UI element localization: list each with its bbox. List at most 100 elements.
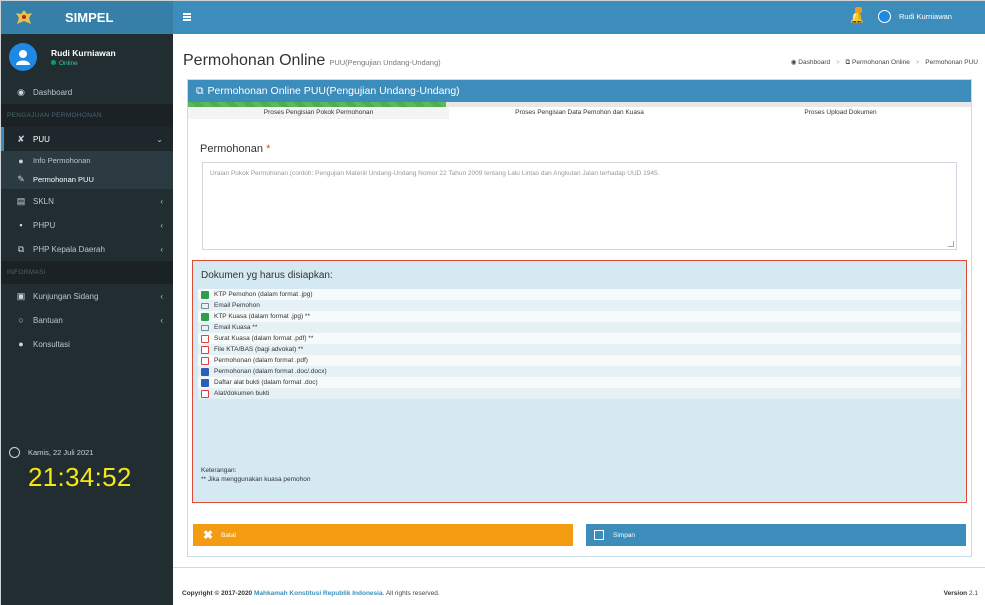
chevron-left-icon: ‹ [160,196,163,206]
page-title-text: Permohonan Online [183,52,326,69]
document-item: Daftar alat bukti (dalam format .doc) [198,377,961,388]
sidebar-item-label: PUU [33,134,50,144]
page-footer: Copyright © 2017-2020 Mahkamah Konstitus… [173,567,985,605]
document-item: Permohonan (dalam format .pdf) [198,355,961,366]
document-item: Email Pemohon [198,300,961,311]
save-icon [594,530,604,540]
gavel-icon: ✘ [17,133,25,144]
user-panel: Rudi Kurniawan Online [1,34,173,80]
sidebar-item-label: Bantuan [33,315,63,325]
version-label: Version [943,590,968,597]
sidebar-item-label: Konsultasi [33,339,70,349]
clock-date: Kamis, 22 Juli 2021 [28,447,94,457]
resize-handle-icon[interactable] [948,241,954,247]
word-file-icon [201,367,209,376]
progress-fill [188,102,447,107]
user-menu[interactable]: Rudi Kurniawan [878,10,952,23]
breadcrumb-item-online[interactable]: Permohonan Online [852,59,910,66]
sidebar-item-label: Dashboard [33,87,73,97]
step-1: Proses Pengisian Pokok Permohonan [188,107,449,119]
breadcrumb-item-dashboard[interactable]: Dashboard [798,59,830,66]
permohonan-label: Permohonan * [200,143,270,155]
image-file-icon [201,290,209,299]
permohonan-label-text: Permohonan [200,143,263,155]
documents-list: KTP Pemohon (dalam format .jpg) Email Pem… [198,289,961,399]
box-header: ⧉ Permohonan Online PUU(Pengujian Undang… [188,80,971,102]
note-text: ** Jika menggunakan kuasa pemohon [201,476,311,483]
clock-icon [9,446,20,458]
email-icon [201,302,209,309]
sidebar-item-permohonan-puu[interactable]: ✎ Permohonan PUU [1,170,173,189]
sidebar-item-konsultasi[interactable]: ● Konsultasi [1,332,173,356]
sidebar-item-bantuan[interactable]: ○ Bantuan ‹ [1,308,173,332]
sidebar-header-pengajuan: PENGAJUAN PERMOHONAN [1,104,173,127]
document-item: Permohonan (dalam format .doc/.docx) [198,366,961,377]
clone-icon: ⧉ [845,59,851,66]
step-progress-bar [188,102,971,107]
edit-icon: ✎ [17,174,25,184]
save-button-label: Simpan [613,531,636,539]
chevron-left-icon: ‹ [160,220,163,230]
clock-time: 21:34:52 [28,462,132,492]
chat-icon: ○ [18,315,24,325]
document-item-label: Alat/dokumen bukti [214,390,270,397]
brand-bar[interactable]: SIMPEL [1,1,173,34]
brand-name: SIMPEL [65,10,114,25]
sidebar-item-dashboard[interactable]: ◉ Dashboard [1,80,173,104]
pdf-file-icon [201,389,209,398]
document-item-label: KTP Kuasa (dalam format .jpg) ** [214,313,310,320]
document-item-label: Email Pemohon [214,302,260,309]
sidebar-item-skln[interactable]: ▤ SKLN ‹ [1,189,173,213]
breadcrumb-item-current: Permohonan PUU [925,59,978,66]
page-title: Permohonan Online PUU(Pengujian Undang-Un… [183,52,441,70]
document-item-label: Permohonan (dalam format .pdf) [214,357,308,364]
bank-icon: ▤ [16,195,26,206]
document-item-label: File KTA/BAS (bagi advokat) ** [214,346,304,353]
sidebar-item-label: Permohonan PUU [33,175,94,184]
garuda-logo-icon [15,9,33,27]
document-item: Email Kuasa ** [198,322,961,333]
documents-panel: Dokumen yg harus disiapkan: KTP Pemohon … [192,260,967,503]
breadcrumb: ◉ Dashboard > ⧉ Permohonan Online > Perm… [790,59,978,66]
sidebar-item-label: PHPU [33,220,56,230]
document-item: KTP Pemohon (dalam format .jpg) [198,289,961,300]
sidebar: SIMPEL Rudi Kurniawan Online ◉ Dashboard… [1,1,173,605]
required-mark: * [266,143,271,155]
sidebar-submenu-puu: ● Info Permohonan ✎ Permohonan PUU [1,151,173,189]
chevron-down-icon: ⌄ [156,134,163,144]
box-title: Permohonan Online PUU(Pengujian Undang-U… [207,85,460,97]
sidebar-item-php-kepala-daerah[interactable]: ⧉ PHP Kepala Daerah ‹ [1,237,173,261]
documents-note: Keterangan: ** Jika menggunakan kuasa pe… [201,466,311,484]
main-content: Permohonan Online PUU(Pengujian Undang-Un… [173,34,985,605]
document-item-label: Daftar alat bukti (dalam format .doc) [214,379,318,386]
app-frame: SIMPEL Rudi Kurniawan Online ◉ Dashboard… [0,0,985,605]
org-link[interactable]: Mahkamah Konstitusi Republik Indonesia [254,590,383,597]
sidebar-item-info-permohonan[interactable]: ● Info Permohonan [1,151,173,170]
notification-bell-icon[interactable]: 🔔 [850,7,864,24]
chevron-left-icon: ‹ [160,244,163,254]
sidebar-item-kunjungan-sidang[interactable]: ▣ Kunjungan Sidang ‹ [1,284,173,308]
user-status: Online [59,59,78,67]
version: Version 2.1 [944,590,978,597]
user-name: Rudi Kurniawan [51,47,116,58]
user-avatar-icon [9,43,37,71]
menu-toggle-icon[interactable] [183,13,191,21]
step-2: Proses Pengisian Data Pemohon dan Kuasa [515,109,644,116]
permohonan-textarea[interactable]: Uraian Pokok Permohonan (contoh: Penguji… [202,162,957,250]
sidebar-header-informasi: INFORMASI [1,261,173,284]
sidebar-item-label: Kunjungan Sidang [33,291,99,301]
document-item-label: KTP Pemohon (dalam format .jpg) [214,291,313,298]
copyright-prefix: Copyright © 2017-2020 [182,590,253,597]
cancel-button-label: Batal [221,531,236,539]
pdf-file-icon [201,334,209,343]
globe-icon: ● [18,339,24,349]
image-file-icon [201,312,209,321]
save-button[interactable]: Simpan [586,524,966,546]
chevron-left-icon: ‹ [160,315,163,325]
cancel-button[interactable]: ✖ Batal [193,524,573,546]
sidebar-item-phpu[interactable]: ▪ PHPU ‹ [1,213,173,237]
ballot-icon: ▪ [19,220,23,230]
textarea-placeholder: Uraian Pokok Permohonan (contoh: Penguji… [210,170,660,177]
sidebar-item-puu[interactable]: ✘ PUU ⌄ [1,127,173,151]
document-item-label: Permohonan (dalam format .doc/.docx) [214,368,327,375]
